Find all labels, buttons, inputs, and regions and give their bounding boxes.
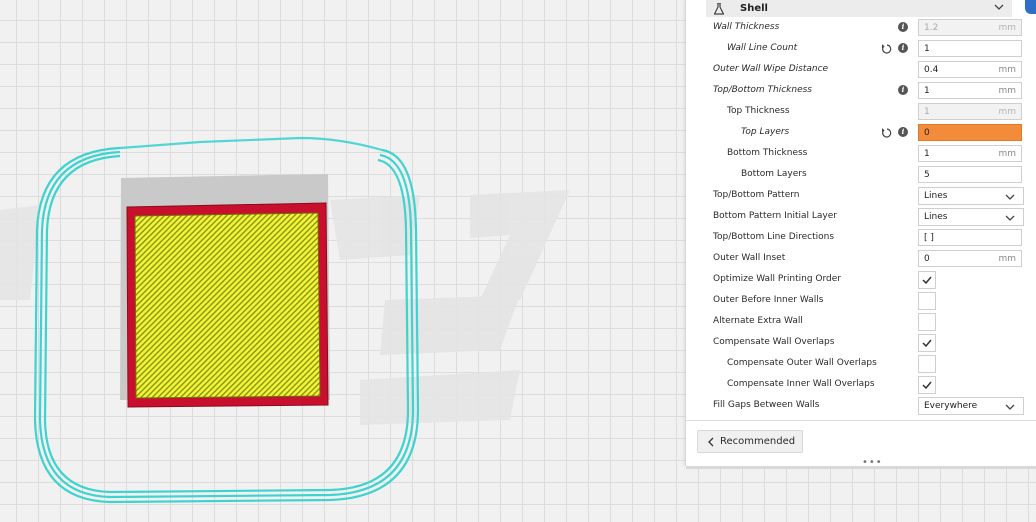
setting-label: Top/Bottom Thickness	[713, 85, 812, 95]
setting-label: Compensate Wall Overlaps	[713, 337, 835, 347]
compensate-wall-overlaps-checkbox[interactable]	[918, 334, 936, 352]
setting-row-top-bottom-line-directions: Top/Bottom Line Directions [ ]	[686, 228, 1036, 249]
bottom-thickness-input[interactable]: 1 mm	[918, 145, 1022, 162]
unit-label: mm	[998, 149, 1016, 159]
outer-wall-wipe-distance-input[interactable]: 0.4 mm	[918, 61, 1022, 78]
unit-label: mm	[998, 254, 1016, 264]
print-settings-panel: Shell Wall Thickness i 1.2 mm Wall Line Coun…	[685, 0, 1036, 468]
setting-row-alternate-extra-wall: Alternate Extra Wall	[686, 312, 1036, 333]
setting-label: Bottom Layers	[741, 169, 807, 179]
layer-view-canvas	[0, 136, 570, 504]
setting-row-bottom-thickness: Bottom Thickness 1 mm	[686, 144, 1036, 165]
compensate-outer-wall-overlaps-checkbox[interactable]	[918, 355, 936, 373]
setting-row-compensate-wall-overlaps: Compensate Wall Overlaps	[686, 333, 1036, 354]
top-bottom-thickness-input[interactable]: 1 mm	[918, 82, 1022, 99]
input-value: 5	[924, 170, 930, 180]
input-value: 0.4	[924, 65, 939, 75]
setting-row-outer-wall-wipe-distance: Outer Wall Wipe Distance 0.4 mm	[686, 60, 1036, 81]
setting-label: Top Layers	[741, 127, 790, 137]
alternate-extra-wall-checkbox[interactable]	[918, 313, 936, 331]
shell-section-header[interactable]: Shell	[706, 0, 1012, 17]
input-value: [ ]	[924, 233, 934, 243]
setting-row-top-bottom-thickness: Top/Bottom Thickness i 1 mm	[686, 81, 1036, 102]
wall-thickness-input: 1.2 mm	[918, 19, 1022, 36]
setting-row-top-thickness: Top Thickness 1 mm	[686, 102, 1036, 123]
recommended-button[interactable]: Recommended	[697, 430, 803, 453]
setting-label: Top Thickness	[727, 106, 790, 116]
setting-row-bottom-layers: Bottom Layers 5	[686, 165, 1036, 186]
setting-row-fill-gaps-between-walls: Fill Gaps Between Walls Everywhere	[686, 396, 1036, 417]
setting-label: Outer Wall Inset	[713, 253, 786, 263]
unit-label: mm	[998, 65, 1016, 75]
setting-label: Optimize Wall Printing Order	[713, 274, 841, 284]
chevron-left-icon	[707, 437, 714, 447]
setting-row-outer-before-inner-walls: Outer Before Inner Walls	[686, 291, 1036, 312]
flask-icon	[710, 2, 728, 15]
setting-label: Fill Gaps Between Walls	[713, 400, 820, 410]
unit-label: mm	[998, 107, 1016, 117]
selected-value: Lines	[924, 212, 948, 222]
optimize-wall-printing-order-checkbox[interactable]	[918, 271, 936, 289]
setting-row-outer-wall-inset: Outer Wall Inset 0 mm	[686, 249, 1036, 270]
input-value: 0	[924, 254, 930, 264]
setting-row-compensate-inner-wall-overlaps: Compensate Inner Wall Overlaps	[686, 375, 1036, 396]
setting-label: Wall Line Count	[727, 43, 798, 53]
setting-label: Compensate Outer Wall Overlaps	[727, 358, 877, 368]
input-value: 1	[924, 107, 930, 117]
setting-label: Bottom Thickness	[727, 148, 808, 158]
top-bottom-pattern-select[interactable]: Lines	[918, 187, 1024, 205]
top-layers-input[interactable]: 0	[918, 124, 1022, 141]
setting-row-wall-line-count: Wall Line Count i 1	[686, 39, 1036, 60]
setting-label: Outer Wall Wipe Distance	[713, 64, 829, 74]
bottom-layers-input[interactable]: 5	[918, 166, 1022, 183]
wall-line-count-input[interactable]: 1	[918, 40, 1022, 57]
unit-label: mm	[998, 86, 1016, 96]
setting-row-compensate-outer-wall-overlaps: Compensate Outer Wall Overlaps	[686, 354, 1036, 375]
unit-label: mm	[998, 23, 1016, 33]
top-thickness-input: 1 mm	[918, 103, 1022, 120]
compensate-inner-wall-overlaps-checkbox[interactable]	[918, 376, 936, 394]
reset-icon[interactable]	[881, 43, 893, 55]
recommended-label: Recommended	[720, 436, 796, 447]
section-title: Shell	[740, 3, 768, 14]
setting-label: Top/Bottom Pattern	[713, 190, 800, 200]
input-value: 1.2	[924, 23, 939, 33]
panel-bottom-strip	[686, 466, 1036, 469]
panel-corner-accent	[1025, 0, 1036, 14]
setting-label: Bottom Pattern Initial Layer	[713, 211, 837, 221]
top-bottom-line-directions-input[interactable]: [ ]	[918, 229, 1022, 246]
setting-label: Top/Bottom Line Directions	[713, 232, 835, 242]
input-value: 0	[924, 128, 930, 138]
info-icon[interactable]: i	[898, 85, 908, 95]
setting-row-top-layers: Top Layers i 0	[686, 123, 1036, 144]
info-icon[interactable]: i	[898, 22, 908, 32]
model-top-skin	[134, 212, 321, 399]
setting-label: Wall Thickness	[713, 22, 780, 32]
input-value: 1	[924, 86, 930, 96]
info-icon[interactable]: i	[898, 43, 908, 53]
info-icon[interactable]: i	[898, 127, 908, 137]
input-value: 1	[924, 149, 930, 159]
outer-wall-inset-input[interactable]: 0 mm	[918, 250, 1022, 267]
setting-row-wall-thickness: Wall Thickness i 1.2 mm	[686, 18, 1036, 39]
setting-label: Alternate Extra Wall	[713, 316, 803, 326]
input-value: 1	[924, 44, 930, 54]
bottom-pattern-initial-layer-select[interactable]: Lines	[918, 208, 1024, 226]
setting-row-optimize-wall-printing-order: Optimize Wall Printing Order	[686, 270, 1036, 291]
setting-row-top-bottom-pattern: Top/Bottom Pattern Lines	[686, 186, 1036, 207]
setting-label: Compensate Inner Wall Overlaps	[727, 379, 875, 389]
reset-icon[interactable]	[881, 127, 893, 139]
setting-label: Outer Before Inner Walls	[713, 295, 824, 305]
chevron-down-icon[interactable]	[994, 2, 1004, 15]
panel-divider	[686, 420, 1036, 421]
selected-value: Everywhere	[924, 401, 978, 411]
outer-before-inner-walls-checkbox[interactable]	[918, 292, 936, 310]
fill-gaps-between-walls-select[interactable]: Everywhere	[918, 397, 1024, 415]
skirt-top-edge	[119, 136, 383, 152]
setting-row-bottom-pattern-initial-layer: Bottom Pattern Initial Layer Lines	[686, 207, 1036, 228]
selected-value: Lines	[924, 191, 948, 201]
